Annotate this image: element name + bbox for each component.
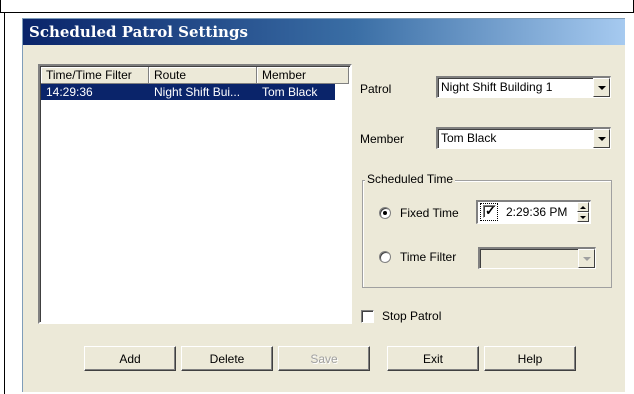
scheduled-patrol-dialog: Scheduled Patrol Settings Time/Time Filt… bbox=[22, 18, 625, 392]
row-member-cell: Tom Black bbox=[262, 85, 318, 99]
row-route-cell: Night Shift Bui... bbox=[154, 85, 241, 99]
time-spin-up-button[interactable] bbox=[577, 202, 589, 212]
dialog-title: Scheduled Patrol Settings bbox=[29, 23, 248, 41]
patrol-dropdown-button[interactable] bbox=[593, 78, 610, 97]
help-button[interactable]: Help bbox=[484, 346, 576, 371]
time-filter-label[interactable]: Time Filter bbox=[400, 250, 456, 264]
arrow-up-icon bbox=[580, 205, 586, 209]
scheduled-time-group-title: Scheduled Time bbox=[365, 172, 456, 186]
fixed-time-value[interactable]: 2:29:36 PM bbox=[506, 205, 567, 219]
time-filter-radio[interactable] bbox=[379, 251, 391, 263]
fixed-time-enable-checkbox[interactable]: ✓ bbox=[483, 203, 496, 218]
column-header-route[interactable]: Route bbox=[149, 67, 257, 84]
chevron-down-icon bbox=[597, 85, 606, 90]
chevron-down-icon bbox=[597, 136, 606, 141]
stop-patrol-checkbox[interactable] bbox=[361, 310, 374, 323]
exit-button[interactable]: Exit bbox=[387, 346, 479, 371]
title-bar[interactable]: Scheduled Patrol Settings bbox=[23, 19, 625, 45]
save-button[interactable]: Save bbox=[278, 346, 370, 371]
member-dropdown[interactable]: Tom Black bbox=[436, 127, 611, 149]
time-filter-dropdown[interactable] bbox=[478, 247, 596, 269]
scheduled-time-group bbox=[362, 180, 612, 288]
patrol-label: Patrol bbox=[360, 82, 392, 96]
chevron-down-icon bbox=[582, 256, 591, 261]
time-filter-dropdown-button[interactable] bbox=[578, 249, 595, 268]
add-button[interactable]: Add bbox=[84, 346, 176, 371]
fixed-time-radio[interactable] bbox=[379, 207, 391, 219]
list-header: Time/Time Filter Route Member bbox=[41, 67, 349, 84]
stop-patrol-label[interactable]: Stop Patrol bbox=[382, 309, 441, 323]
list-row[interactable]: 14:29:36 Night Shift Bui... Tom Black bbox=[41, 84, 335, 100]
time-spin-down-button[interactable] bbox=[577, 212, 589, 222]
checkmark-icon: ✓ bbox=[485, 203, 496, 218]
delete-button[interactable]: Delete bbox=[181, 346, 273, 371]
member-label: Member bbox=[360, 132, 405, 146]
patrol-selected-value: Night Shift Building 1 bbox=[441, 80, 553, 94]
patrol-dropdown[interactable]: Night Shift Building 1 bbox=[436, 76, 611, 98]
column-header-time[interactable]: Time/Time Filter bbox=[41, 67, 149, 84]
row-time-cell: 14:29:36 bbox=[46, 85, 93, 99]
arrow-down-icon bbox=[580, 215, 586, 219]
column-header-member[interactable]: Member bbox=[257, 67, 349, 84]
member-dropdown-button[interactable] bbox=[593, 129, 610, 148]
outer-window-left-edge bbox=[4, 13, 5, 394]
fixed-time-label[interactable]: Fixed Time bbox=[400, 206, 459, 220]
time-spinner[interactable] bbox=[577, 202, 589, 222]
radio-selected-dot-icon bbox=[383, 211, 387, 215]
member-selected-value: Tom Black bbox=[441, 131, 497, 145]
fixed-time-picker[interactable]: ✓ 2:29:36 PM bbox=[476, 200, 591, 224]
outer-window-edge bbox=[0, 0, 634, 13]
schedule-list[interactable]: Time/Time Filter Route Member 14:29:36 N… bbox=[38, 64, 352, 324]
